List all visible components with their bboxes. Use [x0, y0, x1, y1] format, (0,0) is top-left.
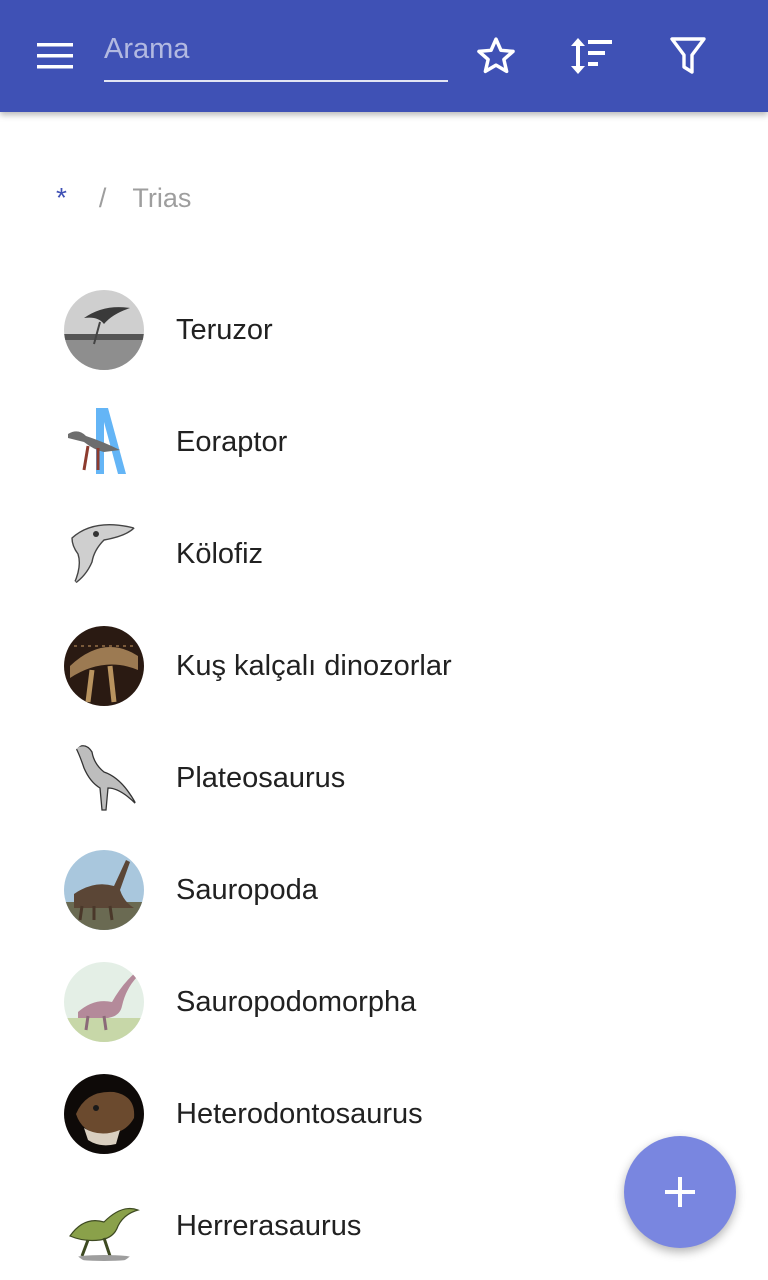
plus-icon: [665, 1177, 695, 1207]
list-item[interactable]: Teruzor: [0, 274, 768, 386]
search-input[interactable]: [104, 24, 448, 74]
item-label: Teruzor: [176, 314, 273, 346]
search-field: [104, 24, 448, 82]
item-label: Herrerasaurus: [176, 1210, 362, 1242]
breadcrumb-current: Trias: [132, 182, 192, 213]
list-item[interactable]: Kölofiz: [0, 498, 768, 610]
item-label: Eoraptor: [176, 426, 288, 458]
menu-icon: [37, 43, 73, 69]
breadcrumb-root[interactable]: *: [56, 182, 67, 214]
sort-button[interactable]: [563, 28, 619, 84]
item-label: Kuş kalçalı dinozorlar: [176, 650, 452, 682]
item-label: Sauropodomorpha: [176, 986, 417, 1018]
list-item[interactable]: Kuş kalçalı dinozorlar: [0, 610, 768, 722]
list-item[interactable]: Eoraptor: [0, 386, 768, 498]
menu-button[interactable]: [26, 34, 86, 78]
filter-icon: [670, 37, 706, 74]
item-label: Kölofiz: [176, 538, 264, 570]
breadcrumb-separator: /: [98, 182, 107, 213]
item-thumbnail: [64, 1074, 144, 1154]
list-item[interactable]: Plateosaurus: [0, 722, 768, 834]
list-item[interactable]: Sauropodomorpha: [0, 946, 768, 1058]
favorites-button[interactable]: [468, 28, 524, 84]
item-thumbnail: [64, 962, 144, 1042]
breadcrumb: * / Trias: [56, 178, 191, 218]
filter-button[interactable]: [660, 28, 716, 84]
sort-icon: [571, 38, 612, 74]
item-thumbnail: [64, 626, 144, 706]
item-label: Plateosaurus: [176, 762, 346, 794]
item-label: Heterodontosaurus: [176, 1098, 423, 1130]
app-bar: [0, 0, 768, 112]
species-list: Teruzor Eoraptor Kölofiz Kuş kalçalı din…: [0, 274, 768, 1280]
item-thumbnail: [64, 1186, 144, 1266]
list-item[interactable]: Sauropoda: [0, 834, 768, 946]
item-thumbnail: [64, 290, 144, 370]
item-thumbnail: [64, 514, 144, 594]
item-thumbnail: [64, 738, 144, 818]
star-outline-icon: [477, 37, 515, 74]
item-label: Sauropoda: [176, 874, 318, 906]
item-thumbnail: [64, 402, 144, 482]
add-button[interactable]: [624, 1136, 736, 1248]
item-thumbnail: [64, 850, 144, 930]
